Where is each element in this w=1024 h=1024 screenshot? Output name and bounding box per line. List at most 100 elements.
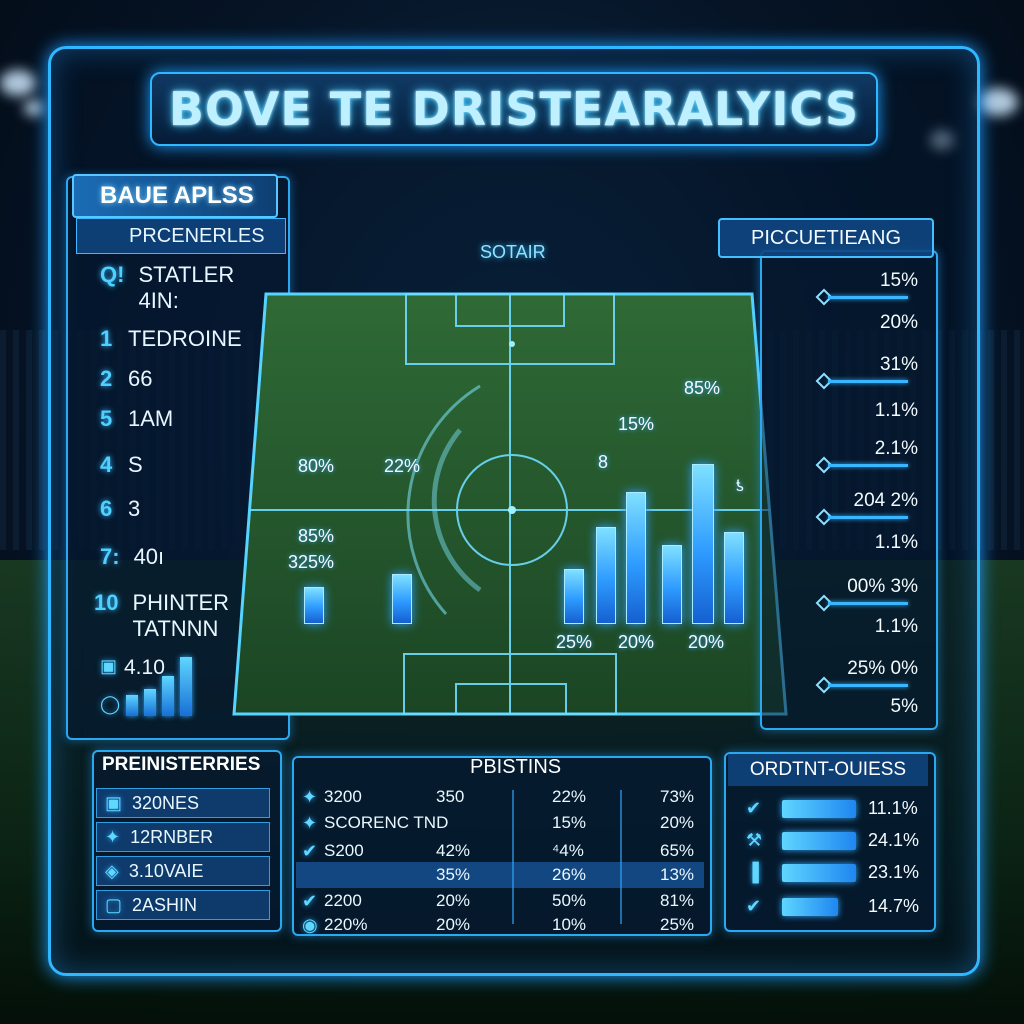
rank-row[interactable]: Q! STATLER 4IN: (100, 262, 234, 314)
right-panel-value: 1.1% (874, 616, 918, 637)
row-icon: ✔ (302, 841, 318, 861)
right-panel-tag[interactable]: PICCUETIEANG (718, 218, 934, 258)
rank-number: 4 (100, 452, 113, 477)
row-icon: ◉ (302, 915, 318, 935)
rank-label-line2: 4IN: (138, 288, 179, 313)
bottom-left-item-label: 3.10VAIE (128, 860, 204, 881)
floodlight-right (978, 88, 1018, 116)
table-cell: 20% (436, 891, 471, 910)
rank-label-line1: STATLER (138, 262, 235, 287)
table-cell: 13% (660, 865, 695, 884)
bottom-left-item[interactable]: ◈ 3.10VAIE (96, 856, 270, 886)
rank-row[interactable]: 5 1AM (100, 406, 173, 432)
title-bar: BOVE TE DRISTEARALYICS (150, 72, 878, 146)
table-divider (512, 790, 514, 924)
progress-value: 14.7% (868, 896, 920, 916)
shield-icon: ▣ (105, 792, 123, 813)
table-cell: 2200 (324, 891, 362, 910)
bottom-right-row[interactable]: ✔ 14.7% (740, 896, 926, 920)
left-panel-subheader[interactable]: PRCENERLES (76, 218, 286, 254)
indicator-line (828, 684, 908, 687)
lock-icon: ▣ (100, 656, 118, 676)
bottom-left-item-label: 12RNBER (130, 826, 214, 847)
pitch-bar (564, 569, 584, 624)
table-row[interactable]: ✦ SCORENC TND 15% 20% (296, 810, 704, 836)
rank-row[interactable]: 6 3 (100, 496, 140, 522)
indicator-line (828, 380, 908, 383)
pitch-bar (392, 574, 412, 624)
mini-bar (180, 657, 192, 716)
rank-number: 5 (100, 406, 113, 431)
left-panel-tag[interactable]: BAUE APLSS (72, 174, 278, 218)
pitch-label-l3: 325% (288, 552, 335, 572)
bottom-right-row[interactable]: ▐ 23.1% (740, 862, 926, 886)
table-cell: 25% (660, 915, 695, 934)
indicator-line (828, 516, 908, 519)
table-cell: S200 (324, 841, 364, 860)
table-cell: 20% (436, 915, 471, 934)
box-icon: ▢ (105, 894, 123, 915)
bottom-middle-title: PBISTINS (470, 756, 562, 778)
runner-icon: ✦ (105, 826, 121, 847)
table-row[interactable]: ✔ S200 42% ⁴4% 65% (296, 838, 704, 864)
rank-label: 66 (128, 366, 153, 391)
rank-label-line2: TATNNN (132, 616, 219, 641)
progress-value: 23.1% (868, 862, 920, 882)
rank-label: STATLER 4IN: (138, 262, 234, 314)
bottom-left-item-label: 320NES (132, 792, 200, 813)
table-row[interactable]: ◉ 220% 20% 10% 25% (296, 912, 704, 938)
progress-bar (782, 898, 838, 916)
table-row[interactable]: ✔ 2200 20% 50% 81% (296, 888, 704, 914)
floodlight-left-2 (24, 100, 44, 116)
rank-row[interactable]: 10 PHINTER TATNNN (94, 590, 229, 642)
pitch-label-b4: 25% (556, 632, 593, 652)
table-cell: 35% (436, 865, 471, 884)
page-title: BOVE TE DRISTEARALYICS (168, 82, 860, 136)
table-cell: 42% (436, 841, 471, 860)
table-cell: ⁴4% (552, 841, 584, 860)
crossed-tools-icon: ⚒ (746, 830, 763, 850)
rank-number: 10 (94, 590, 119, 615)
right-panel-value: 25% 0% (847, 658, 918, 679)
mini-bar (144, 689, 156, 716)
right-panel-value: 31% (879, 354, 918, 375)
mini-bar (126, 695, 138, 716)
pitch-bar (662, 545, 682, 624)
progress-bar (782, 800, 856, 818)
row-icon: ✦ (302, 813, 318, 833)
pitch-label-b7: ƾ (736, 478, 744, 495)
pitch-label-b6: 20% (688, 632, 725, 652)
row-icon: ✔ (302, 891, 318, 911)
pitch-bar (724, 532, 744, 624)
right-panel-value: 1.1% (874, 400, 918, 421)
pitch-label-l2: 85% (298, 526, 335, 546)
bottom-left-item[interactable]: ▣ 320NES (96, 788, 270, 818)
rank-row[interactable]: 1 TEDROINE (100, 326, 242, 352)
table-cell: SCORENC TND (324, 813, 449, 832)
rank-label: 3 (128, 496, 141, 521)
bottom-right-row[interactable]: ✔ 11.1% (740, 798, 926, 822)
bottom-right-title: ORDTNT-OUIESS (728, 754, 928, 786)
check-icon: ✔ (746, 896, 762, 916)
progress-value: 11.1% (868, 798, 918, 818)
table-row[interactable]: ✦ 3200 350 22% 73% (296, 784, 704, 810)
table-cell: 3200 (324, 787, 362, 806)
bottom-left-item[interactable]: ▢ 2ASHIN (96, 890, 270, 920)
table-cell: 15% (552, 813, 587, 832)
indicator-line (828, 602, 908, 605)
rank-row[interactable]: 2 66 (100, 366, 152, 392)
rank-row[interactable]: 4 S (100, 452, 143, 478)
bottom-left-title: PREINISTERRIES (102, 754, 261, 775)
bottom-right-row[interactable]: ⚒ 24.1% (740, 830, 926, 854)
rank-row[interactable]: 7: 40ı (100, 544, 164, 570)
table-divider (620, 790, 622, 924)
rank-label: 1AM (128, 406, 174, 431)
bars-icon: ▐ (746, 862, 759, 882)
badge-icon: ◈ (105, 860, 119, 881)
progress-bar (782, 832, 856, 850)
pitch-label-b3: 85% (684, 378, 721, 398)
table-row[interactable]: 35% 26% 13% (296, 862, 704, 888)
bottom-left-item[interactable]: ✦ 12RNBER (96, 822, 270, 852)
table-cell: 26% (552, 865, 587, 884)
pitch-label-b1: 8 (598, 452, 609, 472)
